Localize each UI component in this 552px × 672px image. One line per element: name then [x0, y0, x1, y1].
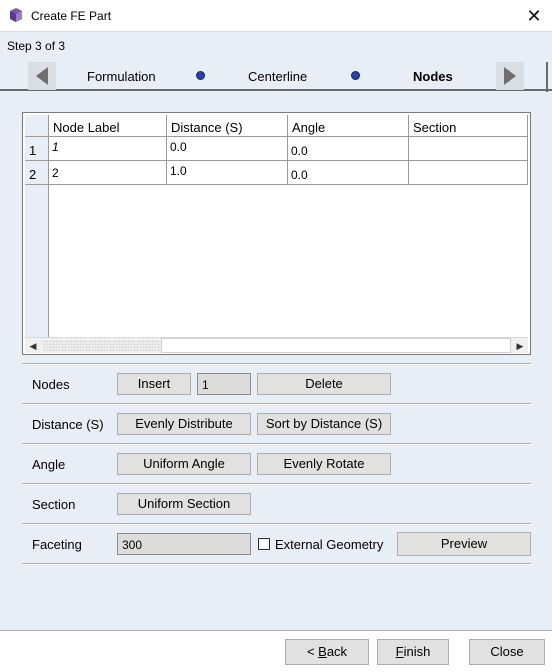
section-label: Section [32, 497, 76, 512]
back-button[interactable]: < Back [285, 639, 369, 665]
back-prefix: < [306, 644, 319, 659]
cell-section[interactable] [409, 137, 528, 161]
divider [22, 564, 531, 565]
table-corner [25, 115, 49, 137]
arrow-left-icon [36, 67, 48, 85]
external-geometry-checkbox[interactable] [258, 538, 270, 550]
row-header-empty [25, 185, 49, 337]
row-header[interactable]: 1 [25, 137, 49, 161]
insert-button[interactable]: Insert [117, 373, 191, 395]
distance-label: Distance (S) [32, 417, 104, 432]
uniform-angle-button[interactable]: Uniform Angle [117, 453, 251, 475]
previous-step-button[interactable] [28, 62, 56, 90]
divider [22, 364, 531, 365]
uniform-section-button[interactable]: Uniform Section [117, 493, 251, 515]
column-header-angle[interactable]: Angle [288, 115, 409, 137]
step-indicator: Step 3 of 3 [7, 39, 66, 53]
angle-label: Angle [32, 457, 66, 472]
column-header-distance[interactable]: Distance (S) [167, 115, 288, 137]
nodes-table: Node Label Distance (S) Angle Section 1 … [22, 112, 531, 355]
cell-distance[interactable]: 0.0 [167, 137, 288, 161]
window-title: Create FE Part [31, 9, 112, 23]
step-centerline[interactable]: Centerline [248, 69, 307, 84]
row-header[interactable]: 2 [25, 161, 49, 185]
close-button[interactable]: Close [469, 639, 545, 665]
cell-section[interactable] [409, 161, 528, 185]
cell-node-label[interactable]: 2 [49, 161, 167, 185]
cell-node-label[interactable]: 1 [49, 137, 167, 161]
horizontal-scrollbar[interactable]: ◀ ▶ [25, 337, 528, 353]
column-header-section[interactable]: Section [409, 115, 528, 137]
delete-button[interactable]: Delete [257, 373, 391, 395]
faceting-field[interactable]: 300 [117, 533, 251, 555]
scroll-track[interactable] [43, 340, 161, 351]
close-window-icon[interactable]: ✕ [520, 4, 548, 28]
external-geometry-label[interactable]: External Geometry [275, 537, 383, 552]
wizard-edge [546, 62, 552, 92]
column-header-node-label[interactable]: Node Label [49, 115, 167, 137]
step-nodes[interactable]: Nodes [413, 69, 453, 84]
divider [22, 404, 531, 405]
evenly-rotate-button[interactable]: Evenly Rotate [257, 453, 391, 475]
title-bar: Create FE Part ✕ [0, 0, 552, 32]
divider [22, 524, 531, 525]
step-dot [196, 71, 205, 80]
finish-label-rest: inish [403, 644, 431, 659]
finish-button[interactable]: Finish [377, 639, 449, 665]
arrow-right-icon [504, 67, 516, 85]
finish-mnemonic: F [395, 644, 404, 659]
back-label-rest: ack [326, 644, 348, 659]
step-formulation[interactable]: Formulation [87, 69, 156, 84]
faceting-label: Faceting [32, 537, 82, 552]
back-mnemonic: B [318, 644, 327, 659]
divider [22, 444, 531, 445]
scroll-left-icon[interactable]: ◀ [25, 338, 41, 354]
cell-distance[interactable]: 1.0 [167, 161, 288, 185]
app-logo-icon [10, 8, 22, 22]
cell-angle[interactable]: 0.0 [288, 137, 409, 161]
scroll-thumb[interactable] [161, 338, 511, 353]
next-step-button[interactable] [496, 62, 524, 90]
nodes-label: Nodes [32, 377, 70, 392]
node-count-field[interactable]: 1 [197, 373, 251, 395]
cell-angle[interactable]: 0.0 [288, 161, 409, 185]
step-dot [351, 71, 360, 80]
wizard-divider [0, 89, 552, 91]
sort-by-distance-button[interactable]: Sort by Distance (S) [257, 413, 391, 435]
scroll-right-icon[interactable]: ▶ [512, 338, 528, 354]
preview-button[interactable]: Preview [397, 532, 531, 556]
divider [22, 484, 531, 485]
evenly-distribute-button[interactable]: Evenly Distribute [117, 413, 251, 435]
